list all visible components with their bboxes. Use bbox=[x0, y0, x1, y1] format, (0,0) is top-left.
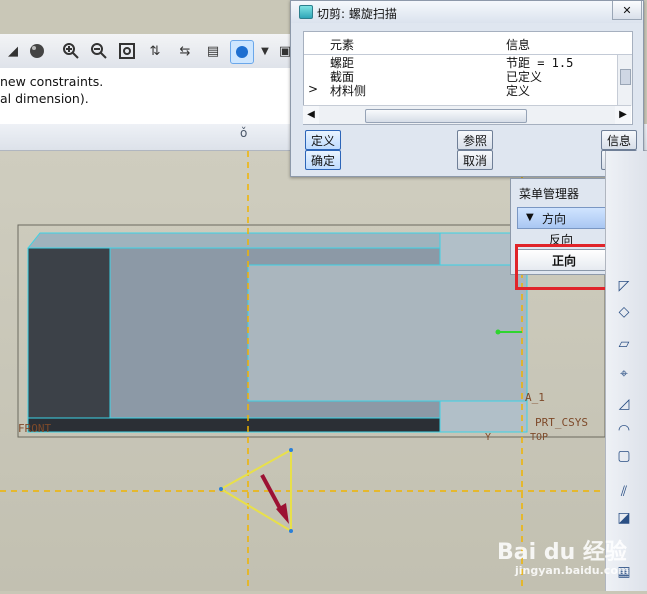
left-face bbox=[27, 247, 111, 419]
watermark-sub: jingyan.baidu.com bbox=[515, 564, 630, 577]
lock-icon[interactable]: ǒ bbox=[240, 126, 254, 146]
chevron-down-icon[interactable]: ▼ bbox=[254, 40, 276, 62]
datum-icon[interactable]: ◸ bbox=[613, 275, 635, 297]
view-named-icon[interactable]: ⇆ bbox=[174, 40, 196, 62]
pattern-icon[interactable]: ◪ bbox=[613, 507, 635, 529]
top-face bbox=[26, 232, 441, 249]
surface-icon[interactable]: ◠ bbox=[613, 419, 635, 441]
ok-button[interactable]: 确定 bbox=[305, 150, 341, 170]
arrow-icon[interactable]: ◢ bbox=[2, 40, 24, 62]
bottom-face bbox=[27, 417, 441, 433]
zoom-out-icon[interactable] bbox=[88, 40, 110, 62]
dialog-title: 切剪: 螺旋扫描 bbox=[317, 7, 397, 21]
column-element: 元素 bbox=[330, 38, 355, 52]
layer-icon[interactable]: ▤ bbox=[202, 40, 224, 62]
label-top: TOP bbox=[530, 432, 548, 443]
scroll-thumb[interactable] bbox=[620, 69, 631, 85]
watermark-main: Bai du 经验 bbox=[497, 540, 627, 565]
horizontal-scrollbar[interactable]: ◀ ▶ bbox=[303, 105, 631, 124]
scroll-right-icon[interactable]: ▶ bbox=[615, 106, 631, 124]
sphere-icon[interactable] bbox=[26, 40, 48, 62]
message-panel: new constraints. al dimension). bbox=[0, 68, 300, 125]
display-style-icon[interactable] bbox=[230, 40, 254, 64]
zoom-in-icon[interactable] bbox=[60, 40, 82, 62]
mirror-icon[interactable]: ⫽ bbox=[613, 481, 635, 503]
dialog-titlebar: 切剪: 螺旋扫描 ✕ bbox=[291, 1, 643, 23]
menu-manager-title: 菜单管理器 bbox=[519, 187, 580, 201]
label-front: FRONT bbox=[18, 422, 51, 435]
message-line-2: al dimension). bbox=[0, 91, 89, 106]
close-icon[interactable]: ✕ bbox=[612, 1, 642, 20]
sketch-icon[interactable]: ▢ bbox=[613, 445, 635, 467]
cut-section bbox=[247, 264, 528, 402]
datum-point-icon[interactable]: ◇ bbox=[613, 301, 635, 323]
define-button[interactable]: 定义 bbox=[305, 130, 341, 150]
direction-section-label: 方向 bbox=[542, 212, 567, 226]
view-icon[interactable]: ⇅ bbox=[144, 40, 166, 62]
plane-icon[interactable]: ◿ bbox=[613, 393, 635, 415]
chevron-down-icon: ▼ bbox=[526, 212, 534, 223]
info-button[interactable]: 信息 bbox=[601, 130, 637, 150]
vertical-scrollbar[interactable] bbox=[617, 55, 632, 106]
reference-button[interactable]: 参照 bbox=[457, 130, 493, 150]
axis-icon[interactable]: ⌖ bbox=[613, 363, 635, 385]
refit-icon[interactable] bbox=[116, 40, 138, 62]
row-material-expander[interactable]: > bbox=[308, 82, 318, 96]
row-material-element[interactable]: 材料侧 bbox=[330, 82, 366, 99]
label-y: Y bbox=[485, 432, 491, 443]
message-line-1: new constraints. bbox=[0, 74, 104, 89]
helical-sweep-dialog: 切剪: 螺旋扫描 ✕ 元素 信息 螺距 节距 = 1.5 截面 已定义 > 材料… bbox=[290, 0, 644, 177]
label-prt-csys: PRT_CSYS bbox=[535, 416, 588, 429]
dialog-icon bbox=[299, 5, 313, 19]
scroll-thumb[interactable] bbox=[365, 109, 527, 123]
label-a1: A_1 bbox=[525, 391, 545, 404]
box-icon[interactable]: ▱ bbox=[613, 333, 635, 355]
main-toolbar: ◢ ⇅ ⇆ ▤ ▼ ▣ bbox=[0, 34, 300, 69]
right-toolbar: ◸ ◇ ▱ ⌖ ◿ ◠ ▢ ⫽ ◪ ▦ bbox=[605, 151, 647, 591]
highlight-box bbox=[515, 244, 611, 290]
cancel-button[interactable]: 取消 bbox=[457, 150, 493, 170]
scroll-left-icon[interactable]: ◀ bbox=[303, 106, 319, 124]
watermark: Bai du 经验 jingyan.baidu.com bbox=[497, 530, 637, 590]
column-info: 信息 bbox=[506, 38, 531, 52]
row-material-info: 定义 bbox=[506, 84, 531, 98]
